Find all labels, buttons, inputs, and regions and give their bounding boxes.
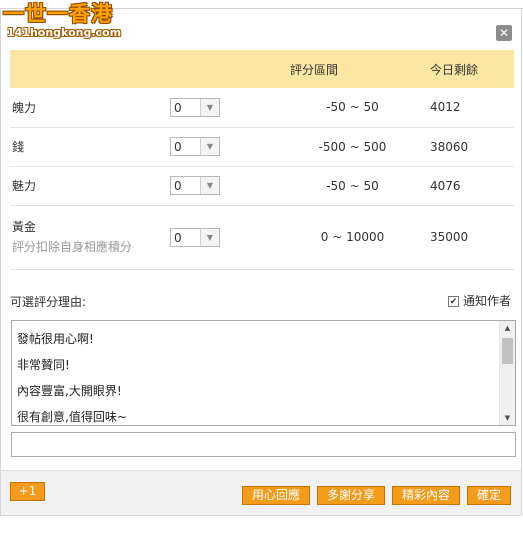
row-remaining: 38060 — [415, 127, 514, 167]
row-range: 0 ~ 10000 — [290, 205, 415, 270]
quick-reason-button[interactable]: 精彩內容 — [392, 486, 460, 505]
table-row: 黃金 評分扣除自身相應積分 0 ▼ 0 ~ 10000 35000 — [10, 205, 514, 270]
scroll-thumb[interactable] — [502, 338, 513, 364]
select-value: 0 — [174, 179, 182, 193]
row-range: -500 ~ 500 — [290, 127, 415, 167]
notify-author-checkbox[interactable]: ✔ 通知作者 — [448, 292, 511, 309]
row-range: -50 ~ 50 — [290, 166, 415, 206]
reason-list[interactable]: 發帖很用心啊! 非常贊同! 內容豐富,大開眼界! 很有創意,值得回味~ ▲ ▼ — [11, 320, 516, 426]
list-item[interactable]: 內容豐富,大開眼界! — [17, 382, 122, 399]
list-item[interactable]: 很有創意,值得回味~ — [17, 408, 127, 425]
score-select[interactable]: 0 ▼ — [170, 227, 220, 247]
table-row: 魅力 0 ▼ -50 ~ 50 4076 — [10, 166, 514, 206]
reason-list-scrollbar[interactable]: ▲ ▼ — [499, 321, 515, 425]
rate-table: 評分區間 今日剩餘 魄力 0 ▼ -50 ~ 50 4012 錢 0 ▼ -50… — [10, 50, 514, 270]
row-remaining: 4076 — [415, 166, 514, 206]
close-icon[interactable]: ✕ — [496, 25, 512, 41]
logo-sub-text: 141hongkong.com — [7, 26, 122, 39]
chevron-down-icon[interactable]: ▼ — [200, 177, 219, 194]
header-remaining: 今日剩餘 — [415, 50, 514, 88]
row-remaining: 4012 — [415, 88, 514, 128]
header-blank-2 — [170, 50, 290, 88]
notify-author-label: 通知作者 — [463, 294, 512, 308]
rate-table-header: 評分區間 今日剩餘 — [10, 50, 514, 88]
score-select[interactable]: 0 ▼ — [170, 97, 220, 117]
checkbox-checked-icon[interactable]: ✔ — [448, 296, 459, 307]
scroll-up-icon[interactable]: ▲ — [500, 321, 515, 335]
chevron-down-icon[interactable]: ▼ — [200, 228, 219, 246]
list-item[interactable]: 非常贊同! — [17, 356, 70, 373]
confirm-button[interactable]: 確定 — [467, 486, 511, 505]
chevron-down-icon[interactable]: ▼ — [200, 138, 219, 155]
reason-input[interactable] — [11, 432, 516, 457]
quick-reason-button[interactable]: 用心回應 — [242, 486, 310, 505]
quick-reason-button[interactable]: 多謝分享 — [317, 486, 385, 505]
row-range: -50 ~ 50 — [290, 88, 415, 128]
row-remaining: 35000 — [415, 205, 514, 270]
plus-one-button[interactable]: +1 — [10, 482, 45, 501]
table-row: 魄力 0 ▼ -50 ~ 50 4012 — [10, 88, 514, 128]
select-value: 0 — [174, 100, 182, 115]
site-logo: 一世一香港 141hongkong.com — [3, 2, 121, 39]
select-value: 0 — [174, 140, 182, 154]
row-label: 魅力 — [10, 166, 170, 206]
header-range: 評分區間 — [290, 50, 415, 88]
row-label: 黃金 — [12, 220, 37, 234]
chevron-down-icon[interactable]: ▼ — [200, 98, 219, 116]
header-blank — [10, 50, 170, 88]
row-label: 錢 — [10, 127, 170, 167]
select-value: 0 — [174, 230, 182, 245]
table-row: 錢 0 ▼ -500 ~ 500 38060 — [10, 127, 514, 167]
score-select[interactable]: 0 ▼ — [170, 137, 220, 156]
row-label: 魄力 — [10, 88, 170, 128]
row-note: 評分扣除自身相應積分 — [12, 240, 133, 254]
scroll-down-icon[interactable]: ▼ — [500, 411, 515, 425]
logo-main-text: 一世一香港 — [3, 2, 113, 26]
reason-label: 可選評分理由: — [10, 295, 87, 309]
score-select[interactable]: 0 ▼ — [170, 176, 220, 195]
list-item[interactable]: 發帖很用心啊! — [17, 330, 94, 347]
